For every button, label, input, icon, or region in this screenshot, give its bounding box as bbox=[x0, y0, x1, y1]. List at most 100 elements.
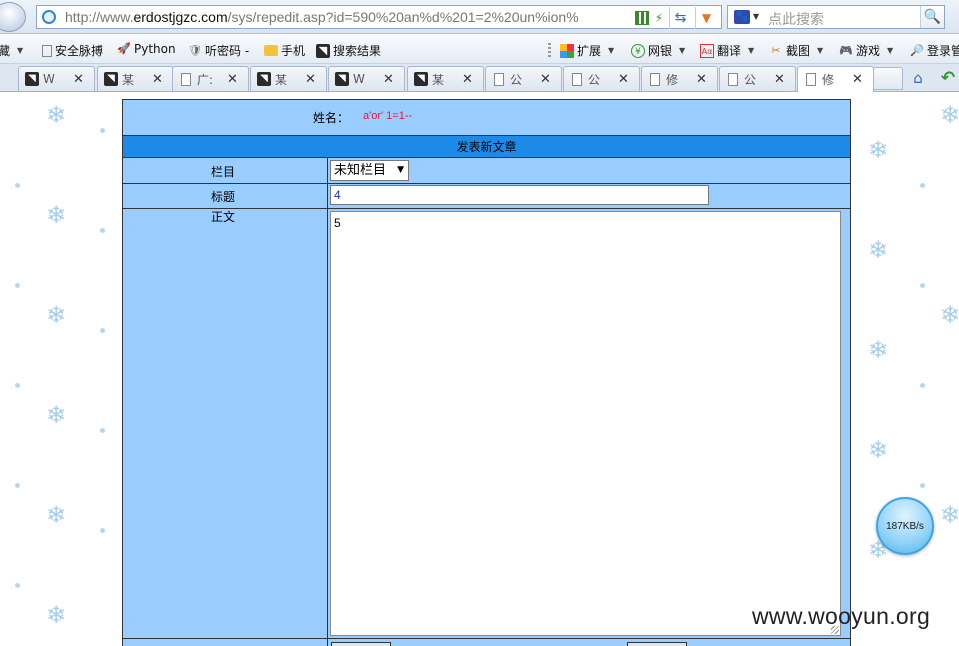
tab-label: 修 bbox=[666, 72, 679, 87]
title-input[interactable]: 4 bbox=[330, 185, 709, 205]
tab-label: 某 bbox=[432, 72, 445, 87]
body-textarea[interactable]: 5 bbox=[330, 211, 841, 636]
close-icon[interactable]: ✕ bbox=[462, 72, 473, 87]
login-manager-menu[interactable]: 🔎登录管 bbox=[910, 42, 959, 59]
tab[interactable]: 公 ✕ bbox=[719, 66, 796, 91]
home-icon[interactable]: ⌂ bbox=[908, 69, 928, 87]
undo-arrow-icon[interactable]: ↶ bbox=[936, 68, 959, 88]
bookmark-mobile[interactable]: 手机 bbox=[264, 42, 305, 59]
tab[interactable]: ◥ 某 ✕ bbox=[407, 66, 484, 91]
category-selected-value: 未知栏目 bbox=[334, 163, 387, 178]
chevron-down-icon[interactable]: ▼ bbox=[695, 7, 717, 29]
bookmark-label: Python bbox=[134, 42, 176, 56]
snowflake-icon: ❄ bbox=[940, 301, 959, 329]
column-divider bbox=[327, 158, 328, 646]
url-prefix: http://www. bbox=[65, 9, 134, 25]
tab[interactable]: ◥ W ✕ bbox=[18, 66, 95, 91]
close-icon[interactable]: ✕ bbox=[540, 72, 551, 87]
bookmark-security-pulse[interactable]: 安全脉搏 bbox=[42, 42, 103, 59]
translate-menu[interactable]: Aα 翻译 ▼ bbox=[700, 42, 754, 59]
url-field[interactable]: http://www.erdostjgzc.com/sys/repedit.as… bbox=[36, 5, 722, 29]
baidu-paw-icon[interactable]: 🐾 bbox=[734, 10, 750, 24]
submit-button[interactable] bbox=[331, 642, 391, 646]
snowflake-icon: ❄ bbox=[46, 301, 67, 329]
bird-icon: ◥ bbox=[335, 72, 349, 86]
snow-dot bbox=[15, 583, 20, 588]
bookmark-label: 手机 bbox=[281, 44, 306, 58]
bookmark-label: 搜索结果 bbox=[333, 44, 382, 58]
tab[interactable]: 修 ✕ bbox=[641, 66, 718, 91]
network-speed-indicator[interactable]: 187KB/s bbox=[876, 497, 934, 555]
url-host: erdostjgzc.com bbox=[133, 9, 228, 25]
tab[interactable]: 公 ✕ bbox=[485, 66, 562, 91]
close-icon[interactable]: ✕ bbox=[383, 72, 394, 87]
close-icon[interactable]: ✕ bbox=[152, 72, 163, 87]
online-banking-menu[interactable]: ¥ 网银 ▼ bbox=[631, 42, 685, 59]
tab[interactable]: 广: ✕ bbox=[172, 66, 249, 91]
tab-label: 某 bbox=[122, 72, 135, 87]
snow-dot bbox=[920, 383, 925, 388]
bird-icon: ◥ bbox=[414, 72, 428, 86]
lightning-icon[interactable]: ⚡ bbox=[653, 11, 665, 25]
tab-label: 公 bbox=[510, 72, 523, 87]
extensions-menu[interactable]: 扩展 ▼ bbox=[560, 42, 614, 59]
close-icon[interactable]: ✕ bbox=[305, 72, 316, 87]
new-tab-button[interactable] bbox=[873, 67, 903, 90]
back-circle-button[interactable] bbox=[0, 2, 26, 32]
snow-dot bbox=[920, 283, 925, 288]
bird-icon: ◥ bbox=[25, 72, 39, 86]
bookmark-label: 扩展 bbox=[577, 44, 602, 58]
tab[interactable]: 公 ✕ bbox=[563, 66, 640, 91]
row-divider bbox=[123, 638, 850, 639]
name-label: 姓名： bbox=[313, 111, 350, 125]
reset-button[interactable] bbox=[627, 642, 687, 646]
search-engine-dropdown-icon[interactable]: ▼ bbox=[753, 12, 759, 21]
screenshot-menu[interactable]: ✂ 截图 ▼ bbox=[769, 42, 823, 59]
section-title: 发表新文章 bbox=[456, 140, 517, 154]
close-icon[interactable]: ✕ bbox=[73, 72, 84, 87]
page-icon bbox=[728, 72, 738, 86]
bookmark-label: 网银 bbox=[648, 44, 673, 58]
bookmark-collapsed[interactable]: 藏▼ bbox=[0, 42, 23, 59]
bookmark-python[interactable]: 🚀 Python bbox=[117, 42, 176, 56]
shield-icon: 🛡 bbox=[188, 43, 202, 57]
search-icon[interactable]: 🔍 bbox=[920, 6, 944, 28]
chevron-down-icon: ▼ bbox=[397, 165, 404, 175]
close-icon[interactable]: ✕ bbox=[618, 72, 629, 87]
snowflake-icon: ❄ bbox=[868, 336, 889, 364]
snowflake-icon: ❄ bbox=[46, 601, 67, 629]
snowflake-icon: ❄ bbox=[46, 101, 67, 129]
close-icon[interactable]: ✕ bbox=[227, 72, 238, 87]
title-label: 标题 bbox=[211, 190, 236, 204]
games-menu[interactable]: 🎮 游戏 ▼ bbox=[839, 42, 893, 59]
bookmark-label: 听密码 - bbox=[205, 44, 250, 58]
globe-icon bbox=[42, 10, 56, 24]
bookmark-search-results[interactable]: ◥ 搜索结果 bbox=[316, 42, 381, 59]
article-form: 姓名： a'or' 1=1-- 发表新文章 栏目 未知栏目 ▼ 标题 4 正文 … bbox=[122, 99, 851, 646]
compat-mode-icon[interactable]: ⇆ bbox=[669, 7, 691, 29]
search-placeholder[interactable]: 点此搜索 bbox=[768, 9, 824, 29]
page-icon bbox=[572, 72, 582, 86]
row-divider bbox=[123, 157, 850, 158]
tab-bar: ◥ W ✕ ◥ 某 ✕ 广: ✕ ◥ 某 ✕ ◥ W ✕ ◥ 某 ✕ 公 ✕ 公 ✕ 修 ✕ 公 ✕ 修 ✕ ⌂… bbox=[0, 64, 959, 92]
category-select[interactable]: 未知栏目 ▼ bbox=[330, 160, 409, 181]
qr-code-icon[interactable] bbox=[635, 11, 649, 25]
gamepad-icon: 🎮 bbox=[839, 43, 853, 57]
toolbar-grip[interactable] bbox=[548, 43, 551, 57]
tab-active[interactable]: 修 ✕ bbox=[797, 66, 874, 92]
close-icon[interactable]: ✕ bbox=[696, 72, 707, 87]
page-icon bbox=[650, 72, 660, 86]
tab[interactable]: ◥ 某 ✕ bbox=[97, 66, 174, 91]
url-text[interactable]: http://www.erdostjgzc.com/sys/repedit.as… bbox=[65, 9, 579, 25]
close-icon[interactable]: ✕ bbox=[852, 72, 863, 87]
search-box[interactable]: 🐾 ▼ 点此搜索 🔍 bbox=[727, 5, 945, 29]
grid-icon bbox=[560, 43, 574, 58]
close-icon[interactable]: ✕ bbox=[774, 72, 785, 87]
page-icon bbox=[494, 72, 504, 86]
tab[interactable]: ◥ W ✕ bbox=[328, 66, 405, 91]
page-icon bbox=[42, 44, 52, 57]
bookmark-listen-password[interactable]: 🛡 听密码 - bbox=[188, 42, 249, 59]
tab[interactable]: ◥ 某 ✕ bbox=[250, 66, 327, 91]
snowflake-icon: ❄ bbox=[46, 201, 67, 229]
chevron-down-icon: ▼ bbox=[17, 46, 24, 55]
